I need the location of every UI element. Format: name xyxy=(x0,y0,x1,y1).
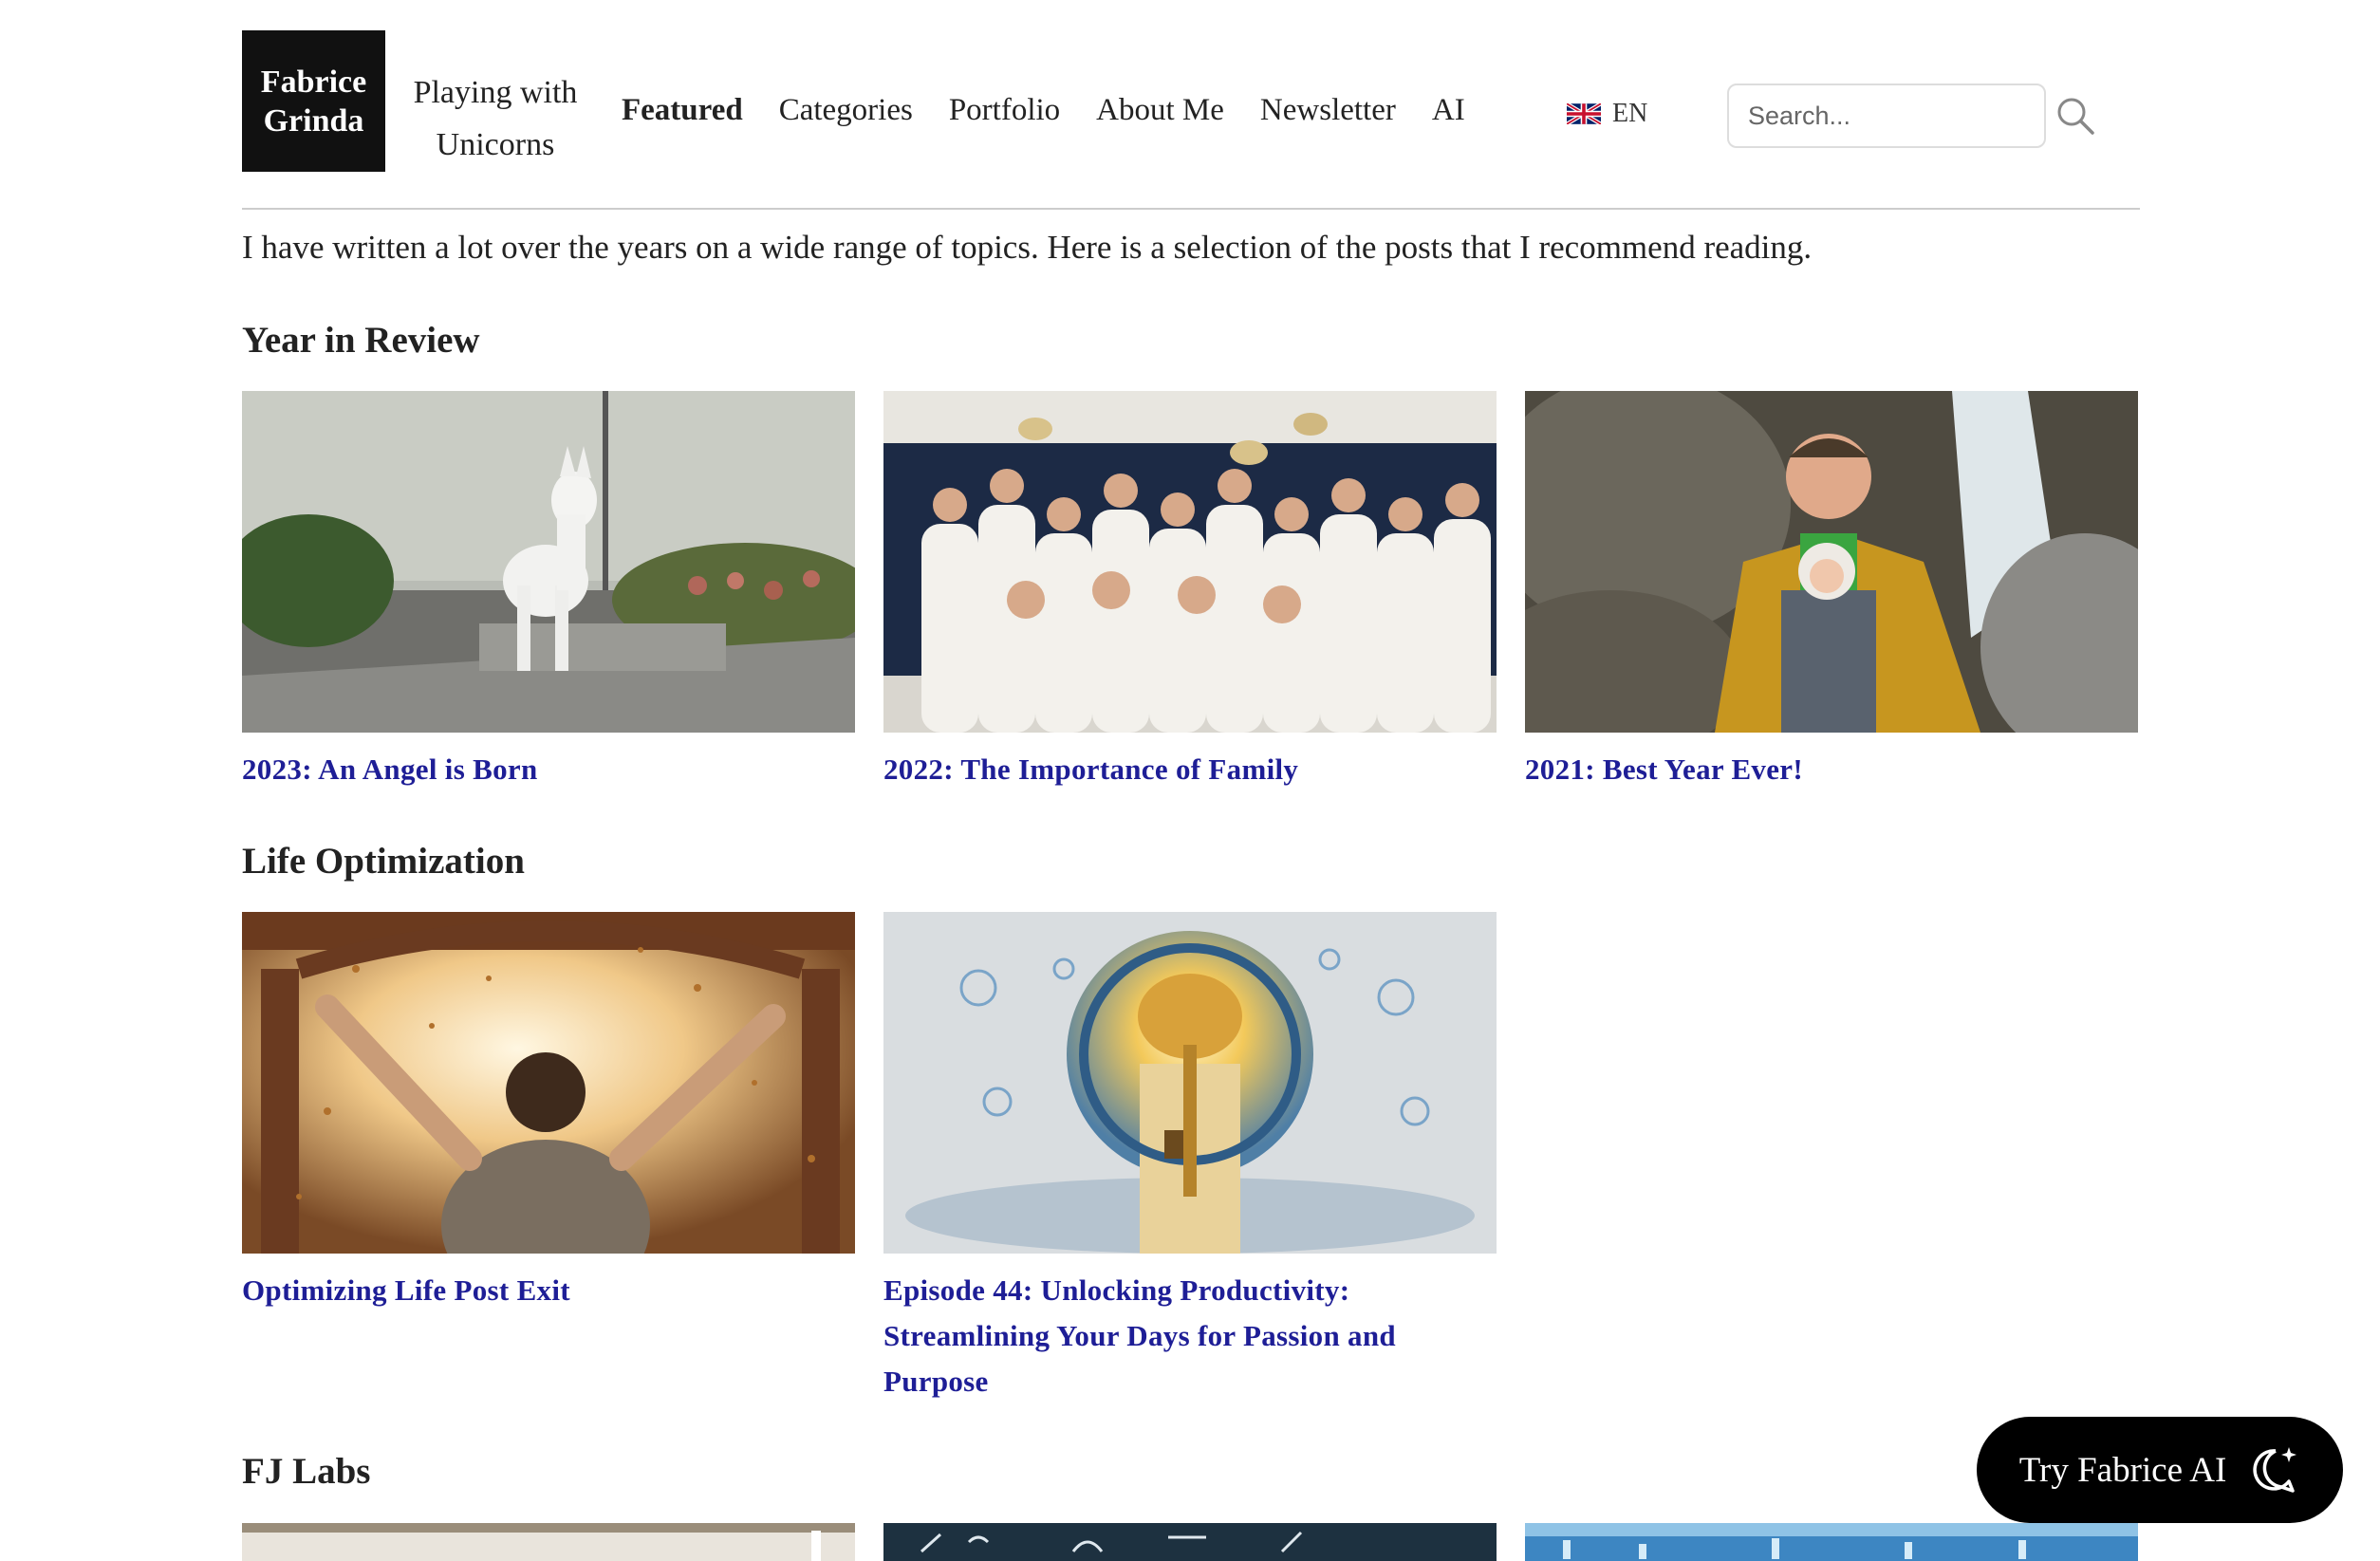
post-thumbnail[interactable] xyxy=(883,912,1497,1254)
post-thumbnail[interactable] xyxy=(242,391,855,733)
site-tagline[interactable]: Playing with Unicorns xyxy=(405,66,586,171)
post-card[interactable]: Episode 44: Unlocking Productivity: Stre… xyxy=(883,912,1497,1404)
tagline-line-1: Playing with xyxy=(413,75,578,110)
post-card[interactable]: 2023: An Angel is Born xyxy=(242,391,855,792)
post-thumbnail-partial[interactable] xyxy=(883,1523,1497,1561)
tech-photo xyxy=(1525,1523,2138,1561)
site-header: Fabrice Grinda Playing with Unicorns Fea… xyxy=(242,0,2140,210)
nav-featured[interactable]: Featured xyxy=(622,93,743,128)
post-title[interactable]: 2023: An Angel is Born xyxy=(242,747,855,792)
dog-photo xyxy=(242,391,855,733)
post-thumbnail[interactable] xyxy=(242,912,855,1254)
header-divider xyxy=(242,208,2140,210)
office-photo xyxy=(242,1523,855,1561)
post-title[interactable]: Optimizing Life Post Exit xyxy=(242,1268,855,1313)
freedom-photo xyxy=(242,912,855,1254)
post-title[interactable]: 2022: The Importance of Family xyxy=(883,747,1497,792)
family-photo xyxy=(883,391,1497,733)
intro-text: I have written a lot over the years on a… xyxy=(242,229,1813,266)
search-input[interactable] xyxy=(1727,84,2046,148)
logo-line-1: Fabrice xyxy=(260,64,367,100)
chalkboard-photo xyxy=(883,1523,1497,1561)
post-thumbnail-partial[interactable] xyxy=(242,1523,855,1561)
post-title-line-2: Streamlining Your Days for Passion and xyxy=(883,1319,1396,1352)
post-title-line-3: Purpose xyxy=(883,1365,989,1398)
post-card[interactable]: Optimizing Life Post Exit xyxy=(242,912,855,1313)
nav-about-me[interactable]: About Me xyxy=(1096,93,1224,128)
site-logo[interactable]: Fabrice Grinda xyxy=(242,30,385,172)
nav-newsletter[interactable]: Newsletter xyxy=(1260,93,1396,128)
section-title-life-optimization: Life Optimization xyxy=(242,841,525,882)
try-fabrice-ai-button[interactable]: Try Fabrice AI xyxy=(1977,1417,2343,1523)
nav-portfolio[interactable]: Portfolio xyxy=(949,93,1060,128)
post-thumbnail[interactable] xyxy=(883,391,1497,733)
productivity-illustration xyxy=(883,912,1497,1254)
post-card[interactable]: 2022: The Importance of Family xyxy=(883,391,1497,792)
ai-button-label: Try Fabrice AI xyxy=(2018,1450,2227,1490)
search-icon[interactable] xyxy=(2055,95,2096,137)
nav-ai[interactable]: AI xyxy=(1432,93,1465,128)
post-card[interactable]: 2021: Best Year Ever! xyxy=(1525,391,2138,792)
post-title[interactable]: Episode 44: Unlocking Productivity: Stre… xyxy=(883,1268,1497,1404)
post-thumbnail-partial[interactable] xyxy=(1525,1523,2138,1561)
post-title-line-1: Episode 44: Unlocking Productivity: xyxy=(883,1273,1350,1307)
tagline-line-2: Unicorns xyxy=(436,127,555,162)
post-title[interactable]: 2021: Best Year Ever! xyxy=(1525,747,2138,792)
waterfall-photo xyxy=(1525,391,2138,733)
language-label: EN xyxy=(1612,99,1648,128)
post-thumbnail[interactable] xyxy=(1525,391,2138,733)
nav-categories[interactable]: Categories xyxy=(779,93,913,128)
language-switcher[interactable]: EN xyxy=(1567,99,1647,129)
logo-line-2: Grinda xyxy=(263,102,364,139)
chat-sparkle-icon xyxy=(2253,1447,2297,1493)
page-container: Fabrice Grinda Playing with Unicorns Fea… xyxy=(242,0,2140,1561)
section-title-year-in-review: Year in Review xyxy=(242,320,480,361)
uk-flag-icon xyxy=(1567,103,1601,124)
main-nav: Featured Categories Portfolio About Me N… xyxy=(622,93,1465,128)
section-title-fj-labs: FJ Labs xyxy=(242,1451,371,1492)
